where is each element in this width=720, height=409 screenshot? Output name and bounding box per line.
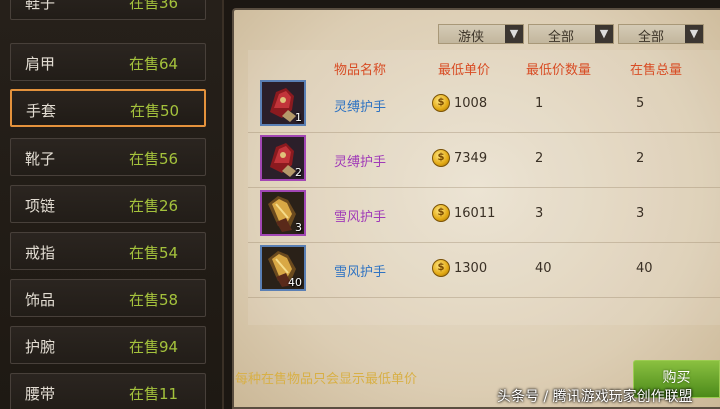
- category-name: 腰带: [25, 385, 56, 403]
- item-name[interactable]: 灵缚护手: [334, 151, 386, 170]
- watermark-text: 头条号 / 腾讯游戏玩家创作联盟: [497, 389, 693, 405]
- market-listing-panel: 游侠 ▼ 全部 ▼ 全部 ▼ 物品名称 最低单价 最低价数量 在售总量 1 灵缚…: [232, 8, 720, 409]
- category-status: 在售26: [129, 197, 179, 215]
- category-item-gloves[interactable]: 手套 在售50: [10, 89, 206, 127]
- category-name: 鞋子: [25, 0, 56, 12]
- gold-coin-icon: $: [432, 259, 450, 277]
- category-status: 在售56: [129, 150, 179, 168]
- category-name: 肩甲: [25, 55, 56, 73]
- gold-coin-icon: $: [432, 204, 450, 222]
- stack-count: 40: [288, 276, 302, 289]
- total-on-sale: 2: [636, 151, 645, 166]
- table-row[interactable]: 2 灵缚护手 $ 7349 2 2: [248, 133, 720, 188]
- table-row[interactable]: 3 雪风护手 $ 16011 3 3: [248, 188, 720, 243]
- total-on-sale: 5: [636, 96, 645, 111]
- stack-count: 2: [295, 166, 302, 179]
- table-row[interactable]: 1 灵缚护手 $ 1008 1 5: [248, 78, 720, 133]
- min-price-qty: 40: [535, 261, 552, 276]
- category-status: 在售11: [129, 385, 179, 403]
- item-name[interactable]: 灵缚护手: [334, 96, 386, 115]
- min-price-qty: 1: [535, 96, 544, 111]
- gold-coin-icon: $: [432, 149, 450, 167]
- category-item-belt[interactable]: 腰带 在售11: [10, 373, 206, 409]
- category-item-bracer[interactable]: 护腕 在售94: [10, 326, 206, 364]
- category-panel: 鞋子 在售36 肩甲 在售64 手套 在售50 靴子 在售56 项链 在售26 …: [0, 0, 224, 409]
- level-filter-dropdown[interactable]: 全部 ▼: [618, 24, 704, 45]
- min-price: 1300: [454, 261, 488, 276]
- column-header-min-qty: 最低价数量: [526, 63, 592, 78]
- chevron-down-icon: ▼: [685, 25, 703, 43]
- category-status: 在售36: [129, 0, 179, 12]
- category-name: 手套: [26, 102, 57, 120]
- filter-value: 全部: [547, 30, 574, 45]
- category-name: 靴子: [25, 150, 56, 168]
- category-item-ring[interactable]: 戒指 在售54: [10, 232, 206, 270]
- item-slot[interactable]: 2: [260, 135, 306, 181]
- category-name: 戒指: [25, 244, 56, 262]
- category-name: 项链: [25, 197, 56, 215]
- table-row[interactable]: 40 雪风护手 $ 1300 40 40: [248, 243, 720, 298]
- category-item-necklace[interactable]: 项链 在售26: [10, 185, 206, 223]
- category-status: 在售54: [129, 244, 179, 262]
- gold-coin-icon: $: [432, 94, 450, 112]
- category-item-shoes[interactable]: 鞋子 在售36: [10, 0, 206, 20]
- min-price: 1008: [454, 96, 488, 111]
- min-price-qty: 2: [535, 151, 544, 166]
- item-slot[interactable]: 40: [260, 245, 306, 291]
- column-header-total: 在售总量: [630, 63, 683, 78]
- category-item-accessory[interactable]: 饰品 在售58: [10, 279, 206, 317]
- item-slot[interactable]: 1: [260, 80, 306, 126]
- filter-value: 游侠: [457, 30, 484, 45]
- item-name[interactable]: 雪风护手: [334, 206, 386, 225]
- total-on-sale: 3: [636, 206, 645, 221]
- price-note: 每种在售物品只会显示最低单价: [235, 372, 418, 387]
- category-status: 在售94: [129, 338, 179, 356]
- stack-count: 3: [295, 221, 302, 234]
- min-price: 16011: [454, 206, 496, 221]
- category-item-boots[interactable]: 靴子 在售56: [10, 138, 206, 176]
- category-status: 在售64: [129, 55, 179, 73]
- stack-count: 1: [295, 111, 302, 124]
- column-header-min-price: 最低单价: [438, 63, 491, 78]
- category-status: 在售58: [129, 291, 179, 309]
- category-item-shoulder[interactable]: 肩甲 在售64: [10, 43, 206, 81]
- category-name: 饰品: [25, 291, 56, 309]
- chevron-down-icon: ▼: [505, 25, 523, 43]
- column-header-name: 物品名称: [334, 63, 387, 78]
- min-price-qty: 3: [535, 206, 544, 221]
- total-on-sale: 40: [636, 261, 653, 276]
- item-name[interactable]: 雪风护手: [334, 261, 386, 280]
- category-status: 在售50: [130, 102, 180, 120]
- category-name: 护腕: [25, 338, 56, 356]
- filter-value: 全部: [637, 30, 664, 45]
- item-slot[interactable]: 3: [260, 190, 306, 236]
- class-filter-dropdown[interactable]: 游侠 ▼: [438, 24, 524, 45]
- chevron-down-icon: ▼: [595, 25, 613, 43]
- min-price: 7349: [454, 151, 488, 166]
- quality-filter-dropdown[interactable]: 全部 ▼: [528, 24, 614, 45]
